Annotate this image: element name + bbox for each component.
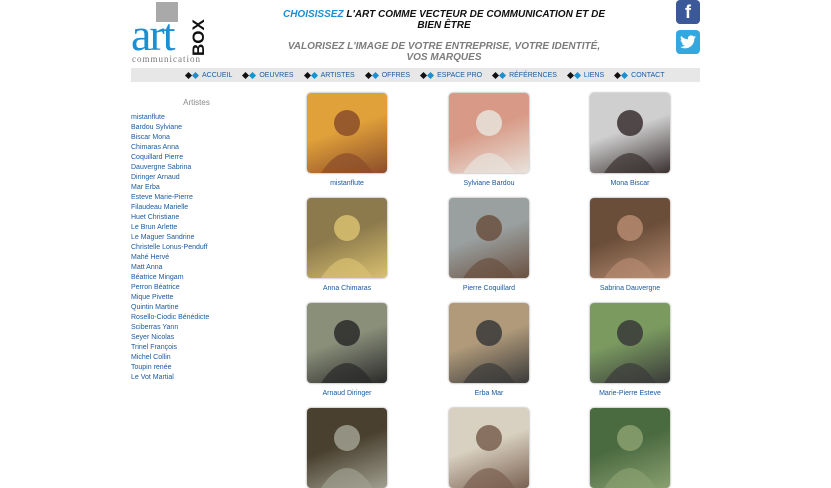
artist-name[interactable]: mistanflute xyxy=(292,180,402,187)
nav-item-artistes[interactable]: ARTISTES xyxy=(303,71,355,79)
main-nav: ACCUEIL OEUVRES ARTISTES OFFRES ESPACE PRO RÉ… xyxy=(131,68,700,82)
artist-photo[interactable] xyxy=(449,198,529,278)
nav-item-label: ACCUEIL xyxy=(202,71,233,79)
logo-box-text: BOX xyxy=(189,19,208,56)
artist-name[interactable]: Marie-Pierre Esteve xyxy=(575,390,685,397)
sidebar-artist-link[interactable]: Mahé Hervé xyxy=(131,253,209,263)
artist-photo[interactable] xyxy=(590,198,670,278)
nav-bullet-icon xyxy=(249,71,257,79)
sidebar-artist-link[interactable]: Rosello-Ciodic Bénédicte xyxy=(131,313,209,323)
artist-photo[interactable] xyxy=(449,93,529,173)
sidebar-artist-link[interactable]: Christelle Lonus-Penduff xyxy=(131,243,209,253)
sidebar-artist-link[interactable]: Huet Christiane xyxy=(131,213,209,223)
tagline-line1: L'ART COMME VECTEUR DE COMMUNICATION ET … xyxy=(346,9,606,31)
artist-name[interactable]: Anna Chimaras xyxy=(292,285,402,292)
nav-item-label: ARTISTES xyxy=(320,71,355,79)
sidebar-artist-link[interactable]: Matt Anna xyxy=(131,263,209,273)
nav-item-offres[interactable]: OFFRES xyxy=(364,71,411,79)
tagline-secondary: VALORISEZ L'IMAGE DE VOTRE ENTREPRISE, V… xyxy=(287,41,601,63)
artist-photo[interactable] xyxy=(590,93,670,173)
nav-item-label: OFFRES xyxy=(381,71,411,79)
tagline-main: CHOISISSEZ L'ART COMME VECTEUR DE COMMUN… xyxy=(280,9,608,31)
nav-bullet-icon xyxy=(621,71,629,79)
nav-bullet-icon xyxy=(573,71,581,79)
sidebar-artist-link[interactable]: Perron Béatrice xyxy=(131,283,209,293)
sidebar-artist-link[interactable]: Esteve Marie-Pierre xyxy=(131,193,209,203)
sidebar-artist-link[interactable]: Biscar Mona xyxy=(131,133,209,143)
artist-name[interactable]: Sabrina Dauvergne xyxy=(575,285,685,292)
sidebar-artist-link[interactable]: Trinel François xyxy=(131,343,209,353)
nav-item-r-f-rences[interactable]: RÉFÉRENCES xyxy=(492,71,557,79)
nav-item-oeuvres[interactable]: OEUVRES xyxy=(242,71,294,79)
sidebar-title: Artistes xyxy=(183,98,210,107)
nav-bullet-icon xyxy=(427,71,435,79)
sidebar-artist-link[interactable]: Filaudeau Marielle xyxy=(131,203,209,213)
artist-list: mistanflute Bardou Sylviane Biscar Mona Chi… xyxy=(131,113,209,383)
sidebar-artist-link[interactable]: Le Brun Arlette xyxy=(131,223,209,233)
sidebar-artist-link[interactable]: Toupin renée xyxy=(131,363,209,373)
artist-photo[interactable] xyxy=(307,93,387,173)
sidebar-artist-link[interactable]: Chimaras Anna xyxy=(131,143,209,153)
artist-photo[interactable] xyxy=(590,303,670,383)
sidebar-artist-link[interactable]: Coquillard Pierre xyxy=(131,153,209,163)
nav-bullet-icon xyxy=(191,71,200,79)
artist-photo[interactable] xyxy=(307,303,387,383)
nav-item-contact[interactable]: CONTACT xyxy=(614,71,665,79)
twitter-icon[interactable] xyxy=(676,30,700,54)
artist-name[interactable]: Arnaud Diringer xyxy=(292,390,402,397)
nav-item-label: CONTACT xyxy=(631,71,665,79)
artbox-logo[interactable]: art BOX communication xyxy=(131,2,211,64)
sidebar-artist-link[interactable]: Béatrice Mingam xyxy=(131,273,209,283)
nav-item-espace-pro[interactable]: ESPACE PRO xyxy=(420,71,483,79)
sidebar-artist-link[interactable]: Mique Pivette xyxy=(131,293,209,303)
sidebar-artist-link[interactable]: mistanflute xyxy=(131,113,209,123)
sidebar-artist-link[interactable]: Dauvergne Sabrina xyxy=(131,163,209,173)
nav-item-label: LIENS xyxy=(583,71,605,79)
nav-item-accueil[interactable]: ACCUEIL xyxy=(184,71,233,79)
sidebar-artist-link[interactable]: Seyer Nicolas xyxy=(131,333,209,343)
nav-item-label: OEUVRES xyxy=(259,71,294,79)
sidebar-artist-link[interactable]: Mar Erba xyxy=(131,183,209,193)
artist-photo[interactable] xyxy=(449,303,529,383)
nav-item-label: ESPACE PRO xyxy=(437,71,483,79)
nav-bullet-icon xyxy=(499,71,507,79)
artist-photo[interactable] xyxy=(307,408,387,488)
sidebar-artist-link[interactable]: Bardou Sylviane xyxy=(131,123,209,133)
nav-item-label: RÉFÉRENCES xyxy=(509,71,557,79)
artist-name[interactable]: Mona Biscar xyxy=(575,180,685,187)
artist-photo[interactable] xyxy=(307,198,387,278)
sidebar-artist-link[interactable]: Quintin Martine xyxy=(131,303,209,313)
logo-art-text: art xyxy=(131,9,175,60)
artist-name[interactable]: Sylviane Bardou xyxy=(434,180,544,187)
sidebar-artist-link[interactable]: Le Vot Martial xyxy=(131,373,209,383)
artist-photo[interactable] xyxy=(590,408,670,488)
logo-subtitle: communication xyxy=(132,54,201,64)
sidebar-artist-link[interactable]: Le Maguer Sandrine xyxy=(131,233,209,243)
tagline-emphasis: CHOISISSEZ xyxy=(282,9,344,20)
nav-item-liens[interactable]: LIENS xyxy=(566,71,605,79)
nav-bullet-icon xyxy=(310,71,318,79)
sidebar-artist-link[interactable]: Diringer Arnaud xyxy=(131,173,209,183)
artist-name[interactable]: Erba Mar xyxy=(434,390,544,397)
artist-name[interactable]: Pierre Coquillard xyxy=(434,285,544,292)
sidebar-artist-link[interactable]: Michel Collin xyxy=(131,353,209,363)
facebook-icon[interactable]: f xyxy=(676,0,700,24)
artist-photo[interactable] xyxy=(449,408,529,488)
nav-bullet-icon xyxy=(371,71,379,79)
sidebar-artist-link[interactable]: Sciberras Yann xyxy=(131,323,209,333)
